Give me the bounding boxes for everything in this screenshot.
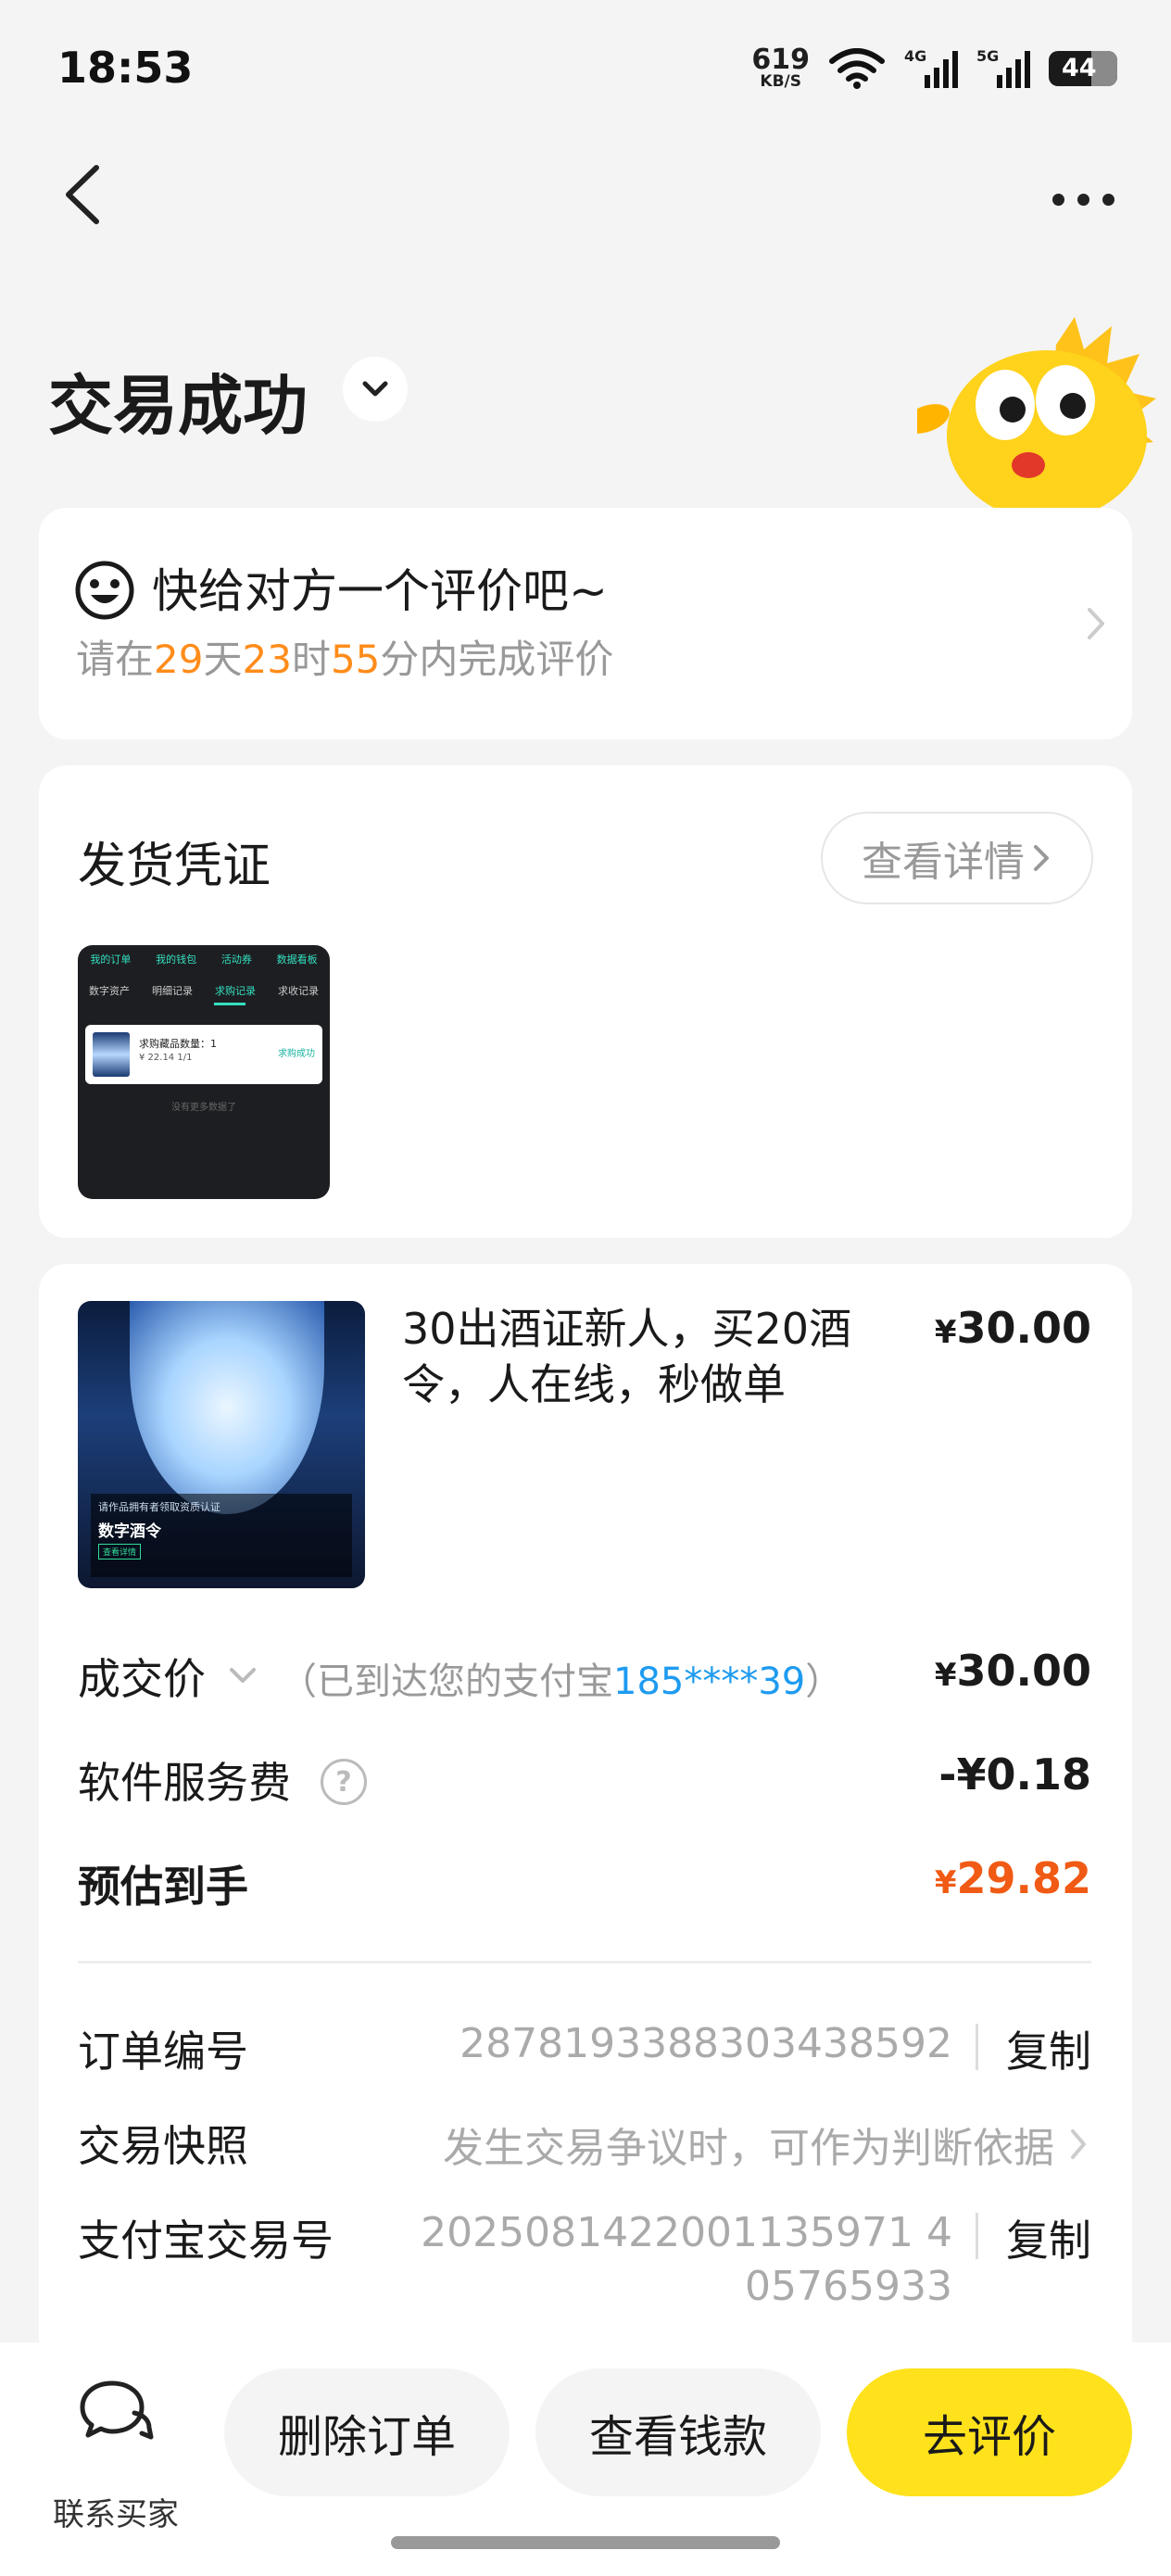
view-details-button[interactable]: 查看详情	[821, 812, 1093, 904]
chevron-down-icon[interactable]	[224, 1662, 261, 1690]
estimated-receipt-label: 预估到手	[78, 1862, 248, 1912]
copy-separator	[976, 2213, 978, 2259]
status-time: 18:53	[57, 43, 194, 93]
title-dropdown-button[interactable]	[343, 357, 408, 422]
copy-alipay-trade-no-button[interactable]: 复制	[1006, 2207, 1091, 2268]
chat-bubble-icon	[80, 2380, 154, 2440]
thumb-second-tabs: 数字资产 明细记录 求购记录 求收记录	[89, 985, 319, 997]
help-circle-icon[interactable]: ?	[321, 1759, 367, 1805]
alipay-trade-no-line2: 05765933	[745, 2263, 952, 2310]
deal-price-label: 成交价	[78, 1654, 206, 1704]
view-details-label: 查看详情	[862, 839, 1025, 886]
review-prompt-title: 快给对方一个评价吧~	[152, 564, 608, 618]
alipay-account: 185****39	[613, 1661, 806, 1703]
thumb-record-item: 求购藏品数量：1 ¥ 22.14 1/1 求购成功	[85, 1025, 322, 1084]
chevron-right-icon[interactable]	[1065, 2124, 1093, 2165]
contact-buyer-label: 联系买家	[53, 2496, 179, 2533]
wifi-icon	[829, 47, 885, 89]
delivery-proof-image[interactable]: 我的订单 我的钱包 活动券 数据看板 数字资产 明细记录 求购记录 求收记录 求…	[78, 945, 330, 1199]
view-money-button[interactable]: 查看钱款	[535, 2368, 821, 2496]
delivery-proof-card: 发货凭证 查看详情 我的订单 我的钱包 活动券 数据看板 数字资产 明细记录 求…	[39, 765, 1132, 1238]
signal-4g-label: 4G	[904, 46, 927, 65]
service-fee-label: 软件服务费	[78, 1758, 291, 1808]
home-indicator[interactable]	[391, 2536, 780, 2549]
chevron-right-icon	[1034, 845, 1049, 871]
alipay-trade-no-line1: 2025081422001135971 4	[421, 2209, 952, 2256]
battery-level: 44	[1062, 54, 1097, 82]
copy-order-number-button[interactable]: 复制	[1006, 2018, 1091, 2079]
status-bar: 18:53 619 KB/S 4G 5G 44	[0, 0, 1171, 139]
review-prompt-card[interactable]: 快给对方一个评价吧~ 请在29天23时55分内完成评价	[39, 508, 1132, 739]
product-image[interactable]: 请作品拥有者领取资质认证 数字酒令 查看详情	[78, 1301, 365, 1588]
review-deadline: 请在29天23时55分内完成评价	[76, 637, 614, 682]
snapshot-label: 交易快照	[78, 2121, 248, 2171]
back-arrow-icon[interactable]	[56, 162, 111, 227]
divider	[78, 1961, 1091, 1964]
order-number-value: 2878193388303438592	[460, 2020, 952, 2067]
product-title[interactable]: 30出酒证新人，买20酒令，人在线，秒做单	[402, 1301, 921, 1412]
mascot-fish-icon	[917, 317, 1156, 511]
signal-4g-icon: 4G	[904, 46, 958, 88]
signal-5g-label: 5G	[976, 46, 1000, 65]
net-speed-unit: KB/S	[760, 72, 801, 91]
deal-price-value: ¥30.00	[934, 1646, 1091, 1696]
service-fee-value: -¥0.18	[938, 1749, 1091, 1799]
deal-price-note: （已到达您的支付宝185****39）	[280, 1661, 843, 1703]
deadline-minutes: 55	[330, 637, 381, 682]
signal-5g-icon: 5G	[976, 46, 1030, 88]
write-review-button[interactable]: 去评价	[847, 2368, 1132, 2496]
smiley-face-icon	[75, 561, 134, 620]
delivery-proof-title: 发货凭证	[78, 839, 271, 894]
copy-separator	[976, 2024, 978, 2070]
chevron-right-icon	[1088, 608, 1104, 639]
thumb-top-tabs: 我的订单 我的钱包 活动券 数据看板	[90, 953, 318, 966]
delete-order-button[interactable]: 删除订单	[224, 2368, 510, 2496]
contact-buyer-button[interactable]: 联系买家	[46, 2378, 185, 2533]
battery-icon: 44	[1049, 50, 1117, 86]
order-number-label: 订单编号	[78, 2027, 248, 2077]
more-options-icon[interactable]	[1041, 181, 1125, 218]
deadline-days: 29	[154, 637, 204, 682]
page-title: 交易成功	[48, 368, 308, 444]
deadline-hours: 23	[242, 637, 292, 682]
alipay-trade-no-label: 支付宝交易号	[78, 2216, 334, 2266]
estimated-receipt-value: ¥29.82	[934, 1853, 1091, 1903]
snapshot-value[interactable]: 发生交易争议时，可作为判断依据	[443, 2115, 1054, 2174]
product-price: ¥30.00	[934, 1303, 1091, 1353]
status-icons: 619 KB/S 4G 5G 44	[751, 46, 1117, 90]
chevron-down-icon	[362, 381, 388, 397]
net-speed: 619 KB/S	[751, 46, 810, 90]
net-speed-value: 619	[751, 44, 810, 76]
